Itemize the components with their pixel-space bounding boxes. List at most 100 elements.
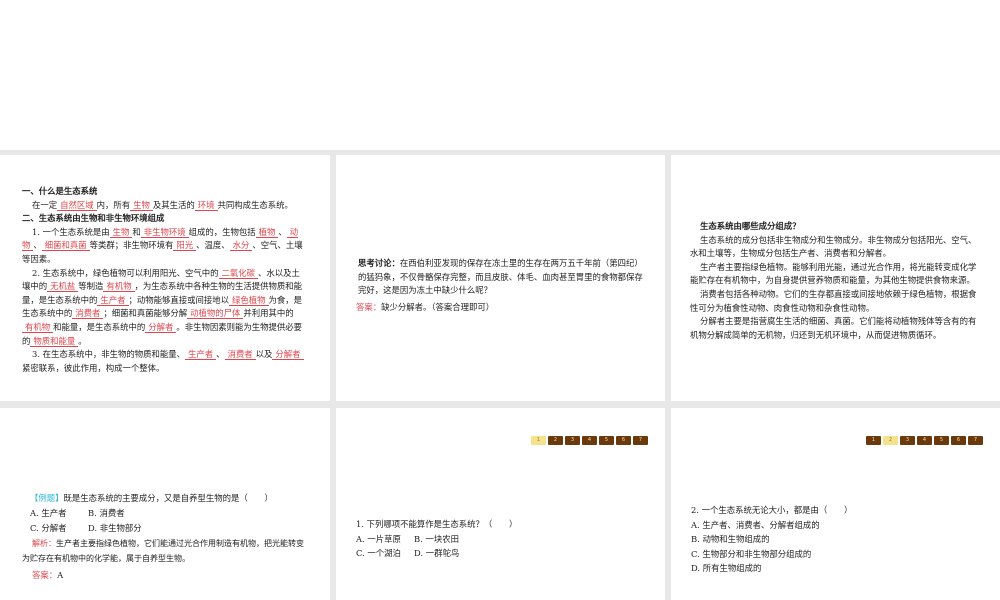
option-a[interactable]: A. 生产者、消费者、分解者组成的 [691,518,981,533]
text-segment: 、温度、 [196,240,230,251]
page-button-1[interactable]: 1 [531,436,546,445]
page-button-6[interactable]: 6 [616,436,631,445]
page-button-7[interactable]: 7 [968,436,983,445]
answer-blank: 植物 [255,226,279,238]
analysis-label: 解析： [32,539,56,548]
slide-question-1[interactable]: 1234567 1. 下列哪项不能算作是生态系统？（ ） A. 一片草原 B. 一… [336,408,665,600]
section-title: 生态系统由哪些成分组成？ [700,221,801,231]
option-d[interactable]: D. 一群鸵鸟 [414,546,472,561]
answer-blank: 二氧化碳 [218,267,259,279]
example-question: 既是生态系统的主要成分，又是自养型生物的是（ ） [63,493,273,503]
option-b: B. 消费者 [88,508,125,518]
question-text: 1. 下列哪项不能算作是生态系统？（ ） [356,519,518,529]
answer-blank: 生物 [109,226,133,238]
paragraph: 分解者主要是指营腐生生活的细菌、真菌。它们能将动植物残体等含有的有机物分解成简单… [690,316,977,340]
answer-blank: 生产者 [185,349,217,361]
text-segment: 在一定 [32,199,58,210]
answer-blank: 水分 [229,240,253,252]
answer-text: A [57,570,64,580]
answer-blank: 环境 [194,199,218,211]
answer-blank: 绿色植物 [229,294,269,306]
option-c[interactable]: C. 一个湖泊 [356,546,414,561]
answer-blank: 分解者 [272,349,304,361]
answer-blank: 自然区域 [57,199,97,211]
text-segment: 3. 在生态系统中，非生物的物质和能量、 [32,349,186,360]
page-button-3[interactable]: 3 [900,436,915,445]
slide-question-2[interactable]: 1234567 2. 一个生态系统无论大小，都是由（ ） A. 生产者、消费者、… [671,408,1000,600]
text-segment: 并利用其中的 [243,308,294,319]
slide-components-explanation[interactable]: 生态系统由哪些成分组成？ 生态系统的成分包括非生物成分和生物成分。非生物成分包括… [671,155,1000,401]
page-button-1[interactable]: 1 [866,436,881,445]
question-pager: 1234567 [531,436,648,445]
text-segment: 1. 一个生态系统是由 [32,226,110,237]
answer-blank: 动植物的尸体 [187,308,244,320]
question-pager: 1234567 [866,436,983,445]
top-blank-area [0,0,1000,150]
text-segment: 、 [216,349,225,360]
fill-paragraph: 3. 在生态系统中，非生物的物质和能量、 生产者、消费者 以及 分解者紧密联系，彼此作… [22,348,304,375]
answer-blank: 生物 [130,199,153,211]
option-b[interactable]: B. 动物和生物组成的 [691,532,981,547]
text-segment: ；动物能够直接或间接地以 [128,294,230,305]
option-a: A. 生产者 [30,508,67,518]
answer-blank: 有机物 [103,281,135,293]
text-segment: 组成的，生物包括 [188,226,256,237]
slide-basics[interactable]: 一、什么是生态系统 在一定 自然区域 内，所有 生物 及其生活的 环境 共同构成生态系统。 … [0,155,330,401]
text-segment: ；细菌和真菌能够分解 [103,308,188,319]
discussion-label: 思考讨论： [358,258,400,268]
text-segment: 2. 生态系统中，绿色植物可以利用阳光、空气中的 [32,267,219,278]
answer-blank: 生产者 [97,294,129,306]
text-segment: 和能量，是生态系统中的 [53,321,146,332]
text-segment: 及其生活的 [152,199,195,210]
option-d[interactable]: D. 所有生物组成的 [691,561,981,576]
option-c[interactable]: C. 生物部分和非生物部分组成的 [691,547,981,562]
page-button-2[interactable]: 2 [548,436,563,445]
answer-blank: 消费者 [224,349,256,361]
option-c: C. 分解者 [30,523,67,533]
text-segment: 。 [78,335,87,346]
page-button-7[interactable]: 7 [633,436,648,445]
text-segment: 等类群；非生物环境有 [89,240,174,251]
answer-blank: 分解者 [145,321,177,333]
answer-blank: 阳光 [173,240,197,252]
example-tag: 【例题】 [30,493,64,503]
page-button-3[interactable]: 3 [565,436,580,445]
heading-what-is-ecosystem: 一、什么是生态系统 [22,186,98,196]
page-button-4[interactable]: 4 [917,436,932,445]
heading-components: 二、生态系统由生物和非生物环境组成 [22,213,165,224]
page-button-5[interactable]: 5 [599,436,614,445]
answer-blank: 有机物 [22,321,54,333]
option-b[interactable]: B. 一块农田 [414,532,472,547]
page-button-4[interactable]: 4 [582,436,597,445]
answer-label: 答案： [32,570,58,580]
text-segment: 和 [132,226,141,237]
page-button-2[interactable]: 2 [883,436,898,445]
paragraph: 生态系统的成分包括非生物成分和生物成分。非生物成分包括阳光、空气、水和土壤等，生… [690,234,977,259]
text-segment: 紧密联系，彼此作用，构成一个整体。 [22,362,165,373]
option-a[interactable]: A. 一片草原 [356,532,414,547]
answer-blank: 物质和能量 [30,335,79,347]
text-segment: 、 [33,240,42,251]
discussion-question: 在西伯利亚发现的保存在冻土里的生存在两万五千年前（第四纪）的猛犸象，不仅骨骼保存… [358,258,643,296]
text-segment: 、 [278,226,287,237]
slide-discussion[interactable]: 思考讨论：在西伯利亚发现的保存在冻土里的生存在两万五千年前（第四纪）的猛犸象，不… [336,155,665,401]
answer-blank: 非生物环境 [140,226,189,238]
text-segment: 等制造 [78,281,104,292]
question-text: 2. 一个生态系统无论大小，都是由（ ） [691,505,853,515]
fill-paragraph: 2. 生态系统中，绿色植物可以利用阳光、空气中的 二氧化碳 、水以及土壤中的 无机盐等… [22,267,304,349]
option-d: D. 非生物部分 [88,523,142,533]
slide-example[interactable]: 【例题】既是生态系统的主要成分，又是自养型生物的是（ ） A. 生产者 B. 消费… [0,408,330,600]
page-button-5[interactable]: 5 [934,436,949,445]
answer-label: 答案： [356,301,382,312]
text-segment: 共同构成生态系统。 [217,199,293,210]
paragraph: 生产者主要指绿色植物。能够利用光能，通过光合作用，将光能转变成化学能贮存在有机物… [690,261,977,286]
text-segment: 以及 [255,349,273,360]
answer-blank: 消费者 [72,308,104,320]
page-button-6[interactable]: 6 [951,436,966,445]
answer-blank: 细菌和真菌 [41,240,90,252]
analysis-text: 生产者主要指绿色植物，它们能通过光合作用制造有机物，把光能转变为贮存在有机物中的… [22,539,304,563]
fill-paragraph: 在一定 自然区域 内，所有 生物 及其生活的 环境 共同构成生态系统。 [22,199,304,213]
text-segment: 内，所有 [96,199,131,210]
fill-paragraph: 1. 一个生态系统是由 生物和非生物环境 组成的，生物包括 植物、动物、细菌和真菌 等类… [22,226,304,267]
answer-text: 缺少分解者。（答案合理即可） [381,301,495,312]
